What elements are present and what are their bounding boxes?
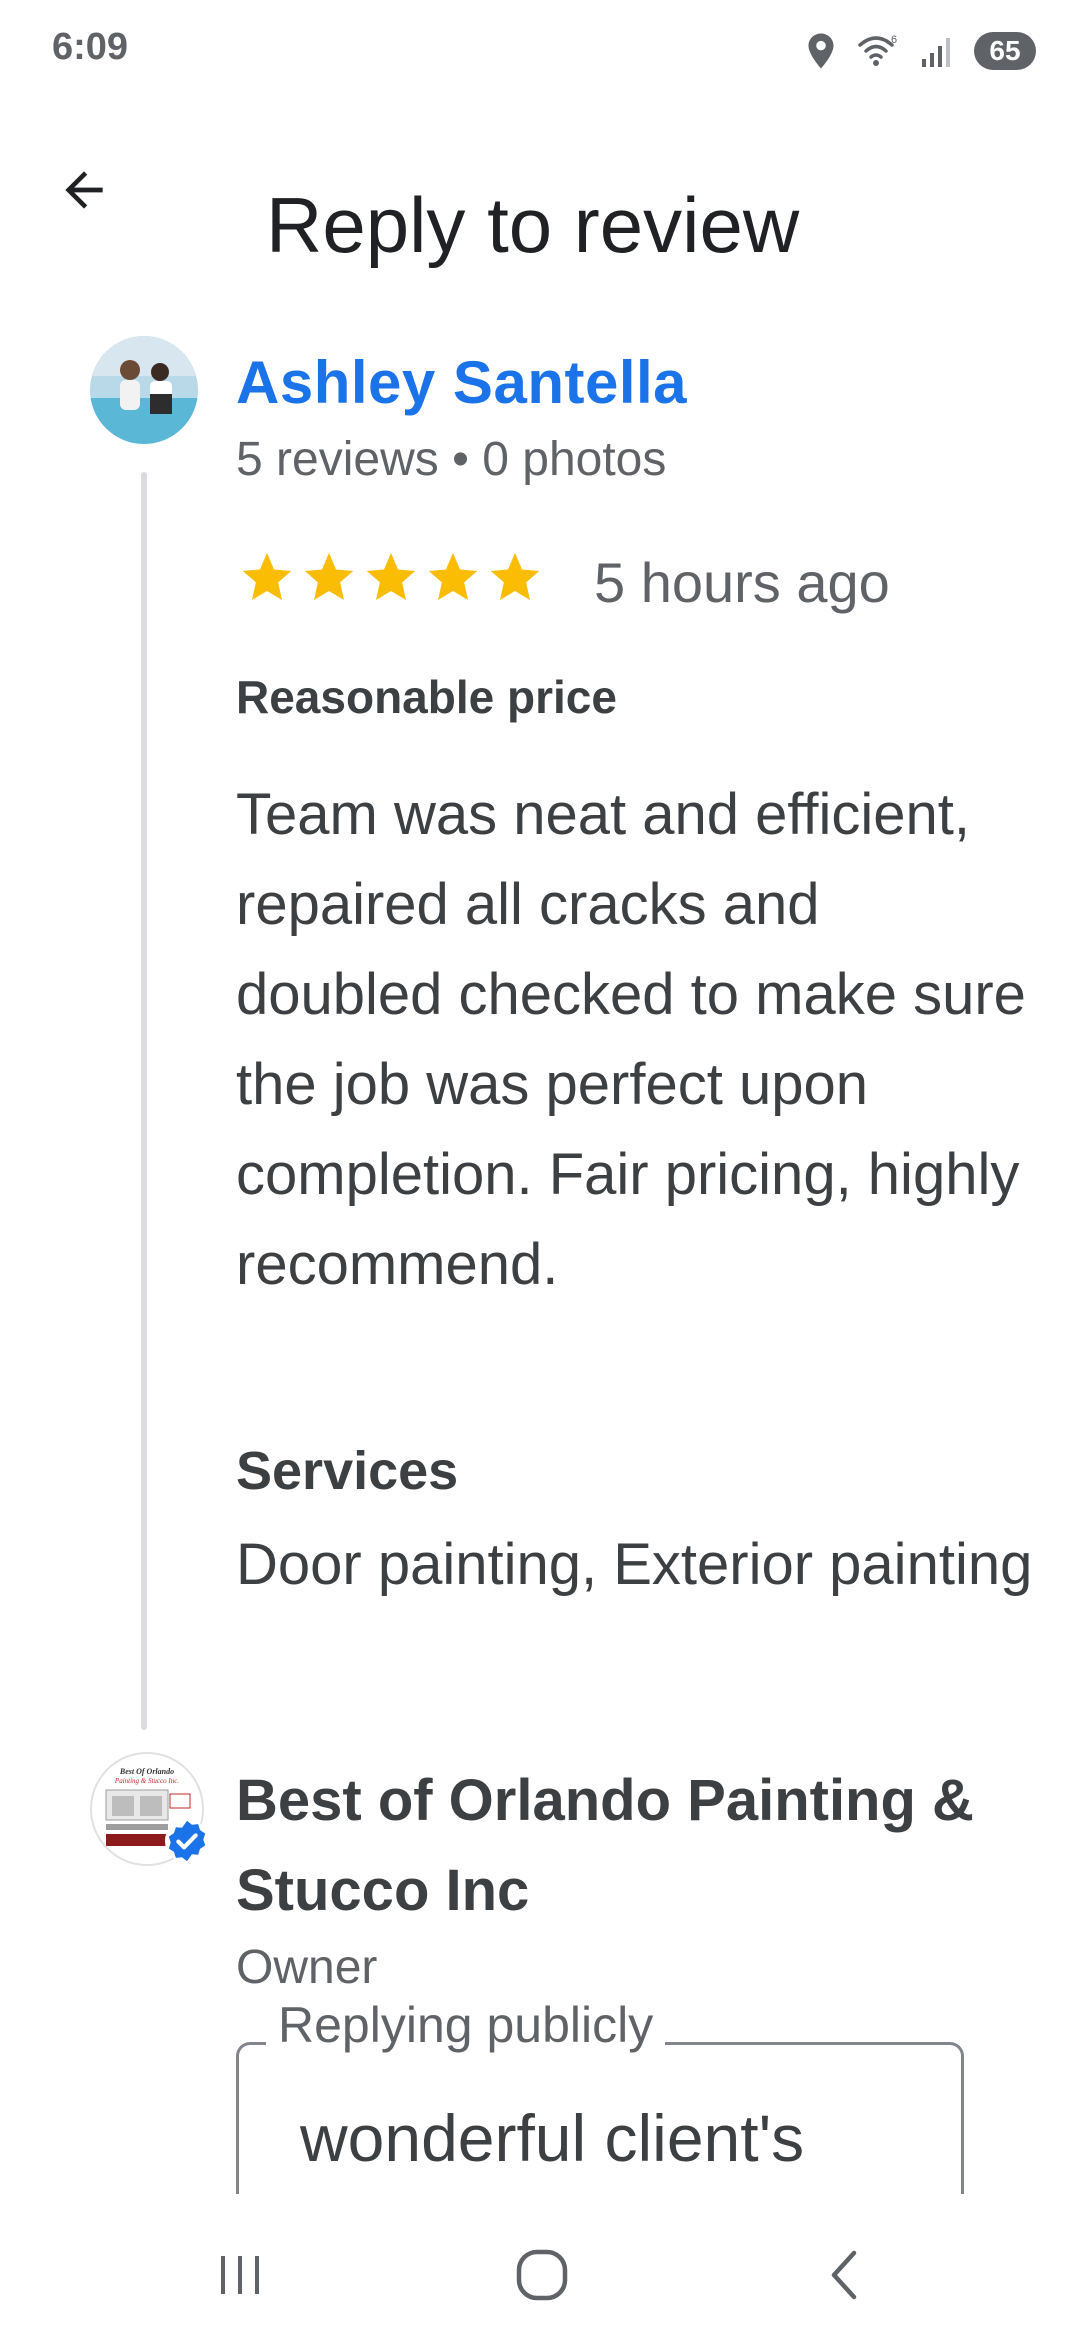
signal-icon	[922, 38, 950, 67]
owner-role: Owner	[236, 1941, 378, 1994]
review-text: Team was neat and efficient, repaired al…	[236, 782, 1026, 1297]
back-icon	[831, 2250, 857, 2300]
star-icon	[304, 552, 354, 600]
svg-text:6: 6	[891, 34, 897, 46]
back-button[interactable]	[44, 150, 124, 230]
arrow-back-icon	[65, 171, 103, 209]
status-bar: 6:09 6 65	[0, 0, 1080, 100]
review-highlight: Reasonable price	[236, 671, 617, 723]
reply-text[interactable]: wonderful client's	[300, 2100, 804, 2176]
status-time: 6:09	[52, 26, 129, 68]
location-icon	[808, 33, 834, 69]
reviewer-meta: 5 reviews • 0 photos	[236, 433, 667, 486]
reviewer-name[interactable]: Ashley Santella	[236, 348, 687, 417]
verified-badge-icon	[164, 1818, 210, 1864]
home-icon	[516, 2249, 568, 2301]
battery-icon: 65	[974, 32, 1036, 70]
app-header: Reply to review	[0, 110, 1080, 269]
services-label: Services	[236, 1441, 459, 1501]
screen: 6:09 6 65 Reply to review Ashley Santell…	[0, 0, 1080, 2340]
home-button[interactable]	[482, 2230, 602, 2320]
reviewer-photo	[90, 336, 198, 444]
reply-field-label: Replying publicly	[266, 1996, 666, 2054]
back-nav-button[interactable]	[784, 2230, 904, 2320]
owner-name: Best of Orlando Painting & Stucco Inc	[236, 1768, 974, 1923]
recent-apps-icon	[221, 2256, 259, 2294]
star-icon	[242, 552, 292, 600]
status-icons: 6 65	[806, 28, 1036, 74]
logo-line-2: Painting & Stucco Inc.	[114, 1777, 179, 1785]
star-icon	[428, 552, 478, 600]
reviewer-avatar[interactable]	[90, 336, 198, 444]
thread-line	[141, 472, 147, 1730]
wifi-icon: 6	[858, 34, 897, 66]
page-title: Reply to review	[266, 181, 800, 270]
star-icon	[366, 552, 416, 600]
star-icon	[490, 552, 540, 600]
review-time: 5 hours ago	[594, 551, 890, 614]
star-rating	[238, 548, 544, 606]
recent-apps-button[interactable]	[180, 2230, 300, 2320]
logo-line-1: Best Of Orlando	[119, 1767, 174, 1776]
navigation-bar	[0, 2194, 1080, 2340]
services-value: Door painting, Exterior painting	[236, 1532, 1033, 1597]
